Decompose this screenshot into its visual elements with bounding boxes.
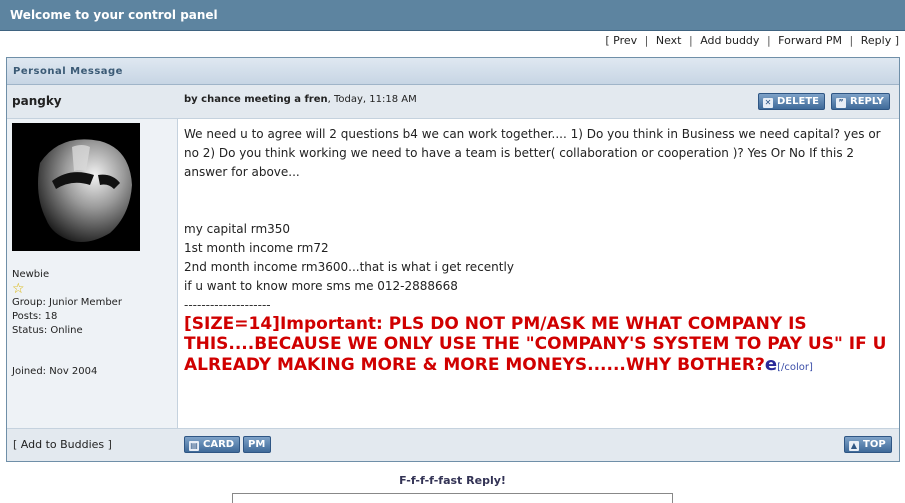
fast-reply-textarea[interactable] [232,493,673,503]
big-e-text: e [764,354,778,375]
rank-star-icon: ☆ [12,281,25,297]
message-header-bar: Personal Message [7,58,899,85]
card-button[interactable]: ▤ CARD [184,436,241,453]
quote-icon: ” [836,98,846,108]
delete-x-icon: ✕ [763,98,773,108]
author-panel: pangky Newbie ☆ Group: Junior Member Pos… [7,85,178,428]
avatar-mask-image [12,123,140,251]
message-footer: [ Add to Buddies ] ▤ CARD PM ▲ TOP [7,428,899,461]
message-content-panel: by chance meeting a fren, Today, 11:18 A… [178,85,899,428]
forward-pm-link[interactable]: Forward PM [778,34,842,47]
fast-reply-title: F-f-f-f-fast Reply! [399,474,506,487]
next-link[interactable]: Next [656,34,682,47]
author-group: Group: Junior Member [12,297,122,308]
message-line-capital: my capital rm350 [184,222,291,236]
add-buddy-link[interactable]: Add buddy [700,34,759,47]
message-line-first-income: 1st month income rm72 [184,241,329,255]
control-panel-header: Welcome to your control panel [0,0,905,31]
author-status: Status: Online [12,325,83,336]
message-paragraph: We need u to agree will 2 questions b4 w… [184,127,881,179]
top-button[interactable]: ▲ TOP [844,436,892,453]
card-icon: ▤ [189,441,199,451]
message-header-title: Personal Message [13,66,123,77]
reply-button[interactable]: ” REPLY [831,93,890,110]
message-body: We need u to agree will 2 questions b4 w… [184,125,894,377]
add-to-buddies: [ Add to Buddies ] [13,438,112,451]
post-meta: by chance meeting a fren, Today, 11:18 A… [184,94,417,105]
post-date: , Today, 11:18 AM [327,94,417,105]
pm-navigation: [ Prev | Next | Add buddy | Forward PM |… [605,34,899,47]
pm-button[interactable]: PM [243,436,272,453]
signature-divider: -------------------- [184,298,271,312]
author-rank: Newbie [12,269,50,280]
signature-block: [SIZE=14]Important: PLS DO NOT PM/ASK ME… [184,315,894,377]
add-to-buddies-link[interactable]: Add to Buddies [21,438,104,451]
author-info: Newbie ☆ Group: Junior Member Posts: 18 … [12,268,122,338]
message-line-second-income: 2nd month income rm3600...that is what i… [184,260,514,274]
arrow-up-icon: ▲ [849,441,859,451]
post-header: by chance meeting a fren, Today, 11:18 A… [178,85,899,119]
delete-button[interactable]: ✕ DELETE [758,93,825,110]
message-line-contact: if u want to know more sms me 012-288866… [184,279,458,293]
prev-link[interactable]: Prev [613,34,637,47]
author-posts: Posts: 18 [12,311,58,322]
panel-title: Welcome to your control panel [10,8,218,22]
reply-link[interactable]: Reply [861,34,891,47]
color-tag-text: [/color] [777,362,813,373]
author-name[interactable]: pangky [12,94,62,108]
personal-message-box: Personal Message pangky Newbie ☆ Group: … [6,57,900,462]
avatar [12,123,140,251]
author-row: pangky [7,85,178,119]
post-subject: by chance meeting a fren [184,94,328,105]
author-joined: Joined: Nov 2004 [12,366,98,377]
